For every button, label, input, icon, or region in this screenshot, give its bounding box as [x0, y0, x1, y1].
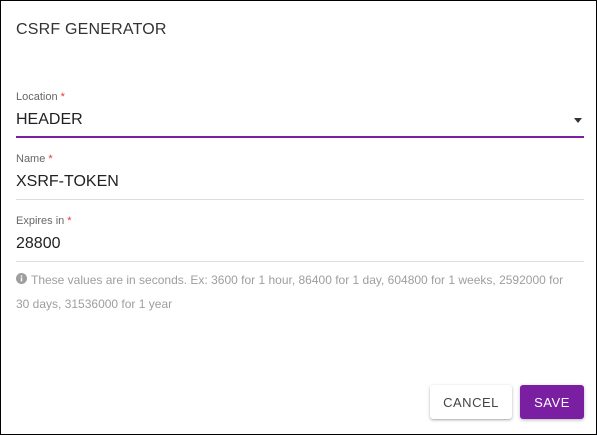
- expires-field[interactable]: Expires in * 28800: [16, 215, 584, 263]
- name-underline: [16, 199, 584, 200]
- expires-label: Expires in *: [16, 215, 72, 227]
- name-field[interactable]: Name * XSRF-TOKEN: [16, 153, 584, 201]
- name-input[interactable]: XSRF-TOKEN: [16, 173, 119, 191]
- location-select[interactable]: Location * HEADER: [16, 91, 584, 139]
- location-label-text: Location: [16, 91, 58, 103]
- location-underline: [16, 136, 584, 138]
- dialog-title: CSRF GENERATOR: [16, 21, 167, 38]
- location-value: HEADER: [16, 111, 83, 128]
- required-mark: *: [67, 215, 72, 227]
- cancel-button[interactable]: CANCEL: [430, 385, 512, 419]
- expires-input[interactable]: 28800: [16, 235, 61, 253]
- required-mark: *: [48, 153, 53, 165]
- expires-underline: [16, 261, 584, 262]
- expires-label-text: Expires in: [16, 215, 65, 227]
- location-label: Location *: [16, 91, 65, 103]
- csrf-generator-dialog: CSRF GENERATOR Location * HEADER Name * XS…: [0, 0, 597, 435]
- required-mark: *: [60, 91, 65, 103]
- name-label-text: Name: [16, 153, 46, 165]
- dropdown-arrow-icon[interactable]: [574, 118, 582, 123]
- help-message: These values are in seconds. Ex: 3600 fo…: [16, 273, 564, 311]
- help-text: These values are in seconds. Ex: 3600 fo…: [16, 268, 576, 316]
- name-label: Name *: [16, 153, 53, 165]
- save-button[interactable]: SAVE: [520, 385, 584, 419]
- info-icon: [16, 268, 27, 292]
